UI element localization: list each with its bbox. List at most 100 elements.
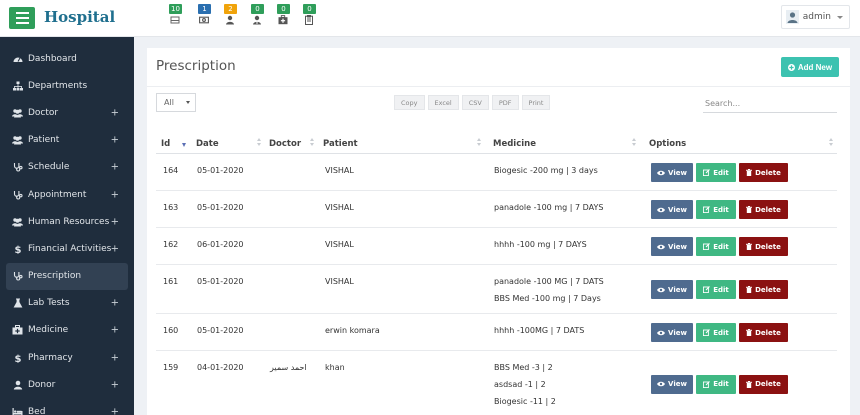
sidebar-item-schedule[interactable]: Schedule + (0, 154, 134, 181)
notification-user-md[interactable]: 0 (248, 4, 266, 26)
sidebar-item-label: Doctor (28, 107, 59, 118)
delete-button-label: Delete (755, 380, 781, 388)
edit-button[interactable]: Edit (696, 200, 736, 219)
trash-icon (746, 206, 753, 213)
row-options: View Edit Delete (651, 323, 788, 342)
notification-medkit[interactable]: 0 (274, 4, 292, 26)
sidebar-item-pharmacy[interactable]: $ Pharmacy + (0, 344, 134, 371)
view-button[interactable]: View (651, 163, 693, 182)
cell-date: 05-01-2020 (197, 166, 244, 175)
row-options: View Edit Delete (651, 374, 788, 394)
cell-date: 04-01-2020 (197, 363, 244, 372)
sidebar-item-appointment[interactable]: Appointment + (0, 181, 134, 208)
sidebar-item-departments[interactable]: Departments (0, 72, 134, 99)
view-button[interactable]: View (651, 280, 693, 299)
sidebar-item-patient[interactable]: Patient + (0, 127, 134, 154)
edit-button[interactable]: Edit (696, 323, 736, 342)
dollar-icon: $ (12, 352, 23, 363)
notification-report[interactable]: 0 (300, 4, 318, 26)
edit-button[interactable]: Edit (696, 280, 736, 299)
edit-button-label: Edit (713, 285, 729, 294)
hamburger-icon (15, 12, 29, 14)
sort-descending-icon[interactable] (182, 138, 188, 149)
sort-icon[interactable] (829, 138, 835, 149)
stethoscope-icon (12, 271, 23, 282)
search-input[interactable] (703, 94, 837, 113)
sidebar-item-human-resources[interactable]: Human Resources + (0, 208, 134, 235)
cell-patient: VISHAL (325, 203, 354, 212)
column-header-date[interactable]: Date (196, 133, 219, 154)
sidebar-item-medicine[interactable]: Medicine + (0, 317, 134, 344)
delete-button[interactable]: Delete (739, 323, 788, 342)
delete-button[interactable]: Delete (739, 280, 788, 299)
row-options: View Edit Delete (651, 163, 788, 182)
content-panel: Prescription Add New All Copy Excel CSV PDF… (147, 48, 850, 415)
notification-bed[interactable]: 10 (166, 4, 184, 26)
sort-icon[interactable] (477, 138, 483, 149)
sidebar-item-bed[interactable]: Bed + (0, 398, 134, 415)
column-header-id[interactable]: Id (161, 133, 170, 154)
column-header-patient[interactable]: Patient (323, 133, 358, 154)
table-row: 160 05-01-2020 erwin komara hhhh -100MG | 7… (156, 314, 837, 351)
eye-icon (657, 381, 666, 387)
sidebar-item-prescription[interactable]: Prescription (6, 262, 128, 290)
table-header: Id Date Doctor Patient Medicine Options (156, 133, 837, 154)
export-pdf-button[interactable]: PDF (491, 95, 519, 110)
expand-plus-icon: + (110, 134, 119, 146)
sidebar-item-label: Dashboard (28, 53, 77, 64)
column-header-options[interactable]: Options (649, 133, 686, 154)
export-excel-button[interactable]: Excel (427, 95, 459, 110)
cell-id: 162 (163, 240, 179, 249)
export-copy-button[interactable]: Copy (394, 95, 425, 110)
column-header-medicine[interactable]: Medicine (493, 133, 536, 154)
sidebar-item-lab-tests[interactable]: Lab Tests + (0, 290, 134, 317)
view-button[interactable]: View (651, 323, 693, 342)
expand-plus-icon: + (110, 216, 119, 228)
delete-button[interactable]: Delete (739, 163, 788, 182)
view-button[interactable]: View (651, 237, 693, 256)
sidebar-item-financial-activities[interactable]: $ Financial Activities + (0, 235, 134, 262)
cell-date: 05-01-2020 (197, 203, 244, 212)
edit-icon (703, 206, 711, 213)
trash-icon (746, 329, 753, 336)
delete-button[interactable]: Delete (739, 200, 788, 219)
users-icon (12, 107, 23, 118)
sort-icon[interactable] (257, 138, 263, 149)
add-new-button[interactable]: Add New (781, 57, 839, 77)
expand-plus-icon: + (110, 243, 119, 255)
notification-money[interactable]: 1 (195, 4, 213, 26)
sidebar-item-doctor[interactable]: Doctor + (0, 99, 134, 126)
edit-button-label: Edit (713, 328, 729, 337)
user-menu[interactable]: admin (780, 5, 850, 29)
notification-count-badge: 2 (224, 4, 237, 14)
page-length-select[interactable]: All (156, 93, 196, 112)
delete-button[interactable]: Delete (739, 237, 788, 256)
edit-icon (703, 243, 711, 250)
column-header-doctor[interactable]: Doctor (269, 133, 301, 154)
report-icon (304, 14, 314, 26)
medicine-line: hhhh -100 mg | 7 DAYS (494, 240, 587, 249)
notification-user[interactable]: 2 (221, 4, 239, 26)
view-button[interactable]: View (651, 200, 693, 219)
brand-logo[interactable]: Hospital (44, 8, 115, 26)
edit-button[interactable]: Edit (696, 163, 736, 182)
sort-icon[interactable] (310, 138, 316, 149)
export-csv-button[interactable]: CSV (461, 95, 489, 110)
row-options: View Edit Delete (651, 280, 788, 299)
edit-button[interactable]: Edit (696, 374, 736, 394)
export-print-button[interactable]: Print (521, 95, 551, 110)
chevron-down-icon (186, 101, 190, 104)
medicine-line: hhhh -100MG | 7 DATS (494, 326, 585, 335)
view-button[interactable]: View (651, 374, 693, 394)
edit-button[interactable]: Edit (696, 237, 736, 256)
delete-button[interactable]: Delete (739, 374, 788, 394)
notification-count-badge: 10 (169, 4, 182, 14)
eye-icon (657, 330, 666, 335)
menu-toggle-button[interactable] (9, 7, 35, 29)
cell-medicine: hhhh -100 mg | 7 DAYS (494, 236, 587, 253)
sidebar-item-dashboard[interactable]: Dashboard (0, 45, 134, 72)
users-icon (12, 216, 23, 227)
sort-icon[interactable] (632, 138, 638, 149)
sidebar-item-donor[interactable]: Donor + (0, 371, 134, 398)
money-icon (199, 15, 209, 25)
